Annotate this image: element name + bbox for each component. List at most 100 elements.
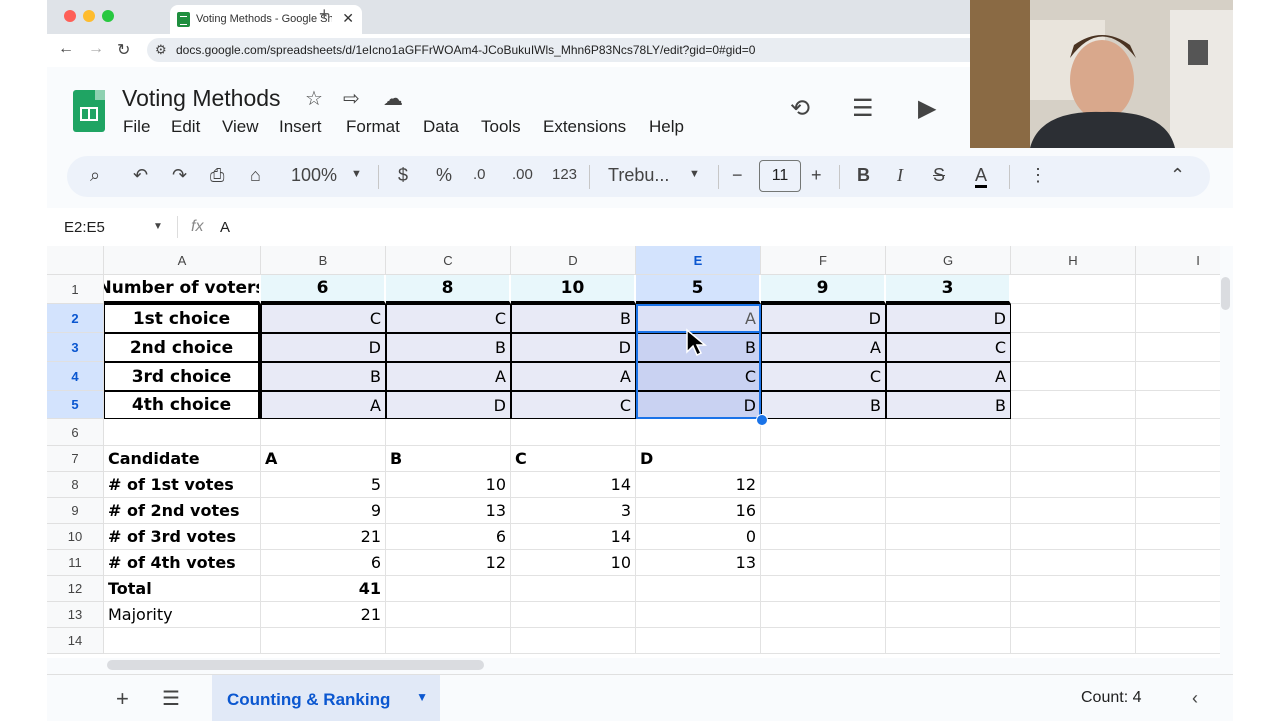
cell[interactable] — [1011, 576, 1136, 602]
row-header-9[interactable]: 9 — [47, 498, 104, 524]
cell-d5[interactable]: C — [511, 391, 636, 419]
paint-format-icon[interactable]: ⌂ — [250, 165, 261, 186]
cell-a4[interactable]: 3rd choice — [104, 362, 261, 391]
cell[interactable] — [1136, 391, 1220, 419]
cell-c2[interactable]: C — [386, 304, 511, 333]
cell[interactable] — [1011, 362, 1136, 391]
cell[interactable] — [886, 472, 1011, 498]
cell-d9[interactable]: 3 — [511, 498, 636, 524]
cell[interactable] — [761, 602, 886, 628]
cell-f5[interactable]: B — [761, 391, 886, 419]
cell[interactable] — [511, 602, 636, 628]
cell[interactable] — [886, 550, 1011, 576]
font-select[interactable]: Trebu... — [608, 165, 669, 186]
fill-handle[interactable] — [756, 414, 768, 426]
cell-e10[interactable]: 0 — [636, 524, 761, 550]
cell-f3[interactable]: A — [761, 333, 886, 362]
cell[interactable] — [261, 419, 386, 446]
reload-icon[interactable]: ↻ — [117, 40, 130, 60]
currency-format-button[interactable]: $ — [398, 165, 408, 186]
formula-input[interactable]: A — [220, 219, 230, 236]
more-options-icon[interactable]: ⋮ — [1029, 165, 1047, 186]
cell[interactable] — [886, 602, 1011, 628]
row-header-7[interactable]: 7 — [47, 446, 104, 472]
cell[interactable] — [886, 419, 1011, 446]
cell[interactable] — [886, 524, 1011, 550]
cell-e8[interactable]: 12 — [636, 472, 761, 498]
cell-d2[interactable]: B — [511, 304, 636, 333]
cell[interactable] — [1136, 576, 1220, 602]
column-header-d[interactable]: D — [511, 246, 636, 275]
cell[interactable] — [761, 524, 886, 550]
vertical-scrollbar[interactable] — [1221, 277, 1230, 310]
cell-b4[interactable]: B — [261, 362, 386, 391]
cell-c11[interactable]: 12 — [386, 550, 511, 576]
cell[interactable] — [761, 498, 886, 524]
font-dropdown-icon[interactable]: ▼ — [689, 168, 700, 180]
cell[interactable] — [104, 628, 261, 654]
close-tab-icon[interactable]: ✕ — [342, 10, 354, 27]
cell-d3[interactable]: D — [511, 333, 636, 362]
menu-tools[interactable]: Tools — [481, 117, 521, 137]
cell-b7[interactable]: A — [261, 446, 386, 472]
cell-b1[interactable]: 6 — [261, 275, 386, 304]
cell-b10[interactable]: 21 — [261, 524, 386, 550]
cell-e11[interactable]: 13 — [636, 550, 761, 576]
cell[interactable] — [1136, 550, 1220, 576]
column-header-i[interactable]: I — [1136, 246, 1220, 275]
cell[interactable] — [386, 576, 511, 602]
document-title[interactable]: Voting Methods — [122, 85, 281, 112]
cell-b2[interactable]: C — [261, 304, 386, 333]
cell[interactable] — [1011, 602, 1136, 628]
cell[interactable] — [886, 498, 1011, 524]
cell[interactable] — [636, 602, 761, 628]
meet-icon[interactable]: ▶ — [918, 94, 936, 123]
cell[interactable] — [1011, 333, 1136, 362]
cell[interactable] — [1011, 275, 1136, 304]
sheet-tab-counting-ranking[interactable]: Counting & Ranking ▼ — [212, 675, 440, 721]
select-all-corner[interactable] — [47, 246, 104, 275]
cell-c4[interactable]: A — [386, 362, 511, 391]
cloud-status-icon[interactable]: ☁ — [383, 86, 403, 111]
cell-g4[interactable]: A — [886, 362, 1011, 391]
cell[interactable] — [1011, 550, 1136, 576]
print-icon[interactable]: ⎙ — [210, 165, 224, 186]
column-header-g[interactable]: G — [886, 246, 1011, 275]
new-tab-icon[interactable]: + — [319, 4, 330, 25]
collapse-toolbar-icon[interactable]: ⌃ — [1170, 165, 1185, 186]
cell[interactable] — [1011, 391, 1136, 419]
italic-button[interactable]: I — [897, 165, 903, 186]
cell[interactable] — [1136, 419, 1220, 446]
cell-f2[interactable]: D — [761, 304, 886, 333]
cell-d10[interactable]: 14 — [511, 524, 636, 550]
undo-icon[interactable]: ↶ — [133, 165, 148, 186]
search-menus-icon[interactable]: ⌕ — [90, 165, 100, 186]
comments-icon[interactable]: ☰ — [852, 94, 874, 123]
move-folder-icon[interactable]: ⇨ — [343, 86, 360, 111]
cell-e9[interactable]: 16 — [636, 498, 761, 524]
percent-format-button[interactable]: % — [436, 165, 452, 186]
cell[interactable] — [636, 576, 761, 602]
row-header-14[interactable]: 14 — [47, 628, 104, 654]
name-box-dropdown-icon[interactable]: ▼ — [153, 221, 163, 232]
cell[interactable] — [261, 628, 386, 654]
row-header-2[interactable]: 2 — [47, 304, 104, 333]
row-header-5[interactable]: 5 — [47, 391, 104, 419]
zoom-select[interactable]: 100% — [291, 165, 337, 186]
cell[interactable] — [511, 576, 636, 602]
cell-g2[interactable]: D — [886, 304, 1011, 333]
cell[interactable] — [1011, 628, 1136, 654]
cell-e5[interactable]: D — [636, 391, 761, 419]
cell-a3[interactable]: 2nd choice — [104, 333, 261, 362]
cell-e4[interactable]: C — [636, 362, 761, 391]
menu-insert[interactable]: Insert — [279, 117, 322, 137]
cell-b5[interactable]: A — [261, 391, 386, 419]
cell-e7[interactable]: D — [636, 446, 761, 472]
menu-view[interactable]: View — [222, 117, 259, 137]
cell-a1[interactable]: Number of voters — [104, 275, 261, 304]
browser-tab[interactable]: Voting Methods - Google She ✕ — [170, 5, 362, 34]
cell-c7[interactable]: B — [386, 446, 511, 472]
cell-a10[interactable]: # of 3rd votes — [104, 524, 261, 550]
cell-b13[interactable]: 21 — [261, 602, 386, 628]
decrease-font-size-icon[interactable]: − — [732, 165, 743, 186]
